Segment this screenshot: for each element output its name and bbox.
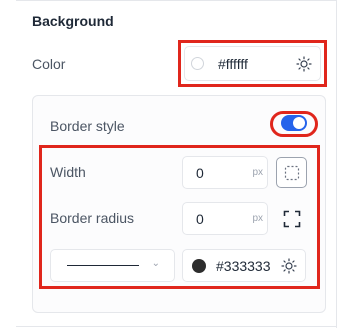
width-label: Width	[50, 164, 86, 180]
panel-edge	[336, 0, 337, 328]
width-value[interactable]: 0	[196, 165, 204, 181]
border-line-style-select[interactable]: ⌄	[50, 249, 175, 282]
section-title: Background	[32, 13, 114, 29]
border-radius-unit: px	[252, 213, 263, 224]
background-color-swatch[interactable]	[191, 57, 204, 70]
top-divider	[16, 0, 336, 1]
border-radius-label: Border radius	[50, 210, 135, 226]
toggle-knob	[293, 117, 305, 129]
border-radius-input[interactable]: 0 px	[182, 202, 268, 235]
background-settings-panel: Background Color #ffffff Border style Wi…	[0, 0, 355, 328]
sun-icon[interactable]	[281, 258, 297, 274]
border-color-swatch[interactable]	[192, 259, 206, 273]
border-style-toggle[interactable]	[281, 115, 307, 131]
corners-icon	[283, 210, 300, 227]
solid-line-sample	[67, 265, 139, 266]
bottom-divider	[16, 326, 336, 327]
dashed-square-icon	[284, 165, 299, 180]
color-label: Color	[32, 56, 66, 72]
border-color-value[interactable]: #333333	[216, 258, 278, 274]
width-input[interactable]: 0 px	[182, 156, 268, 189]
border-sides-button[interactable]	[276, 157, 307, 188]
sun-icon[interactable]	[296, 56, 312, 72]
width-unit: px	[252, 167, 263, 178]
corner-radius-button[interactable]	[276, 203, 307, 234]
chevron-down-icon: ⌄	[151, 258, 160, 269]
border-style-label: Border style	[50, 118, 125, 134]
border-radius-value[interactable]: 0	[196, 211, 204, 227]
background-color-value[interactable]: #ffffff	[218, 56, 248, 72]
border-color-field[interactable]: #333333	[182, 249, 306, 282]
background-color-field[interactable]: #ffffff	[184, 46, 321, 81]
